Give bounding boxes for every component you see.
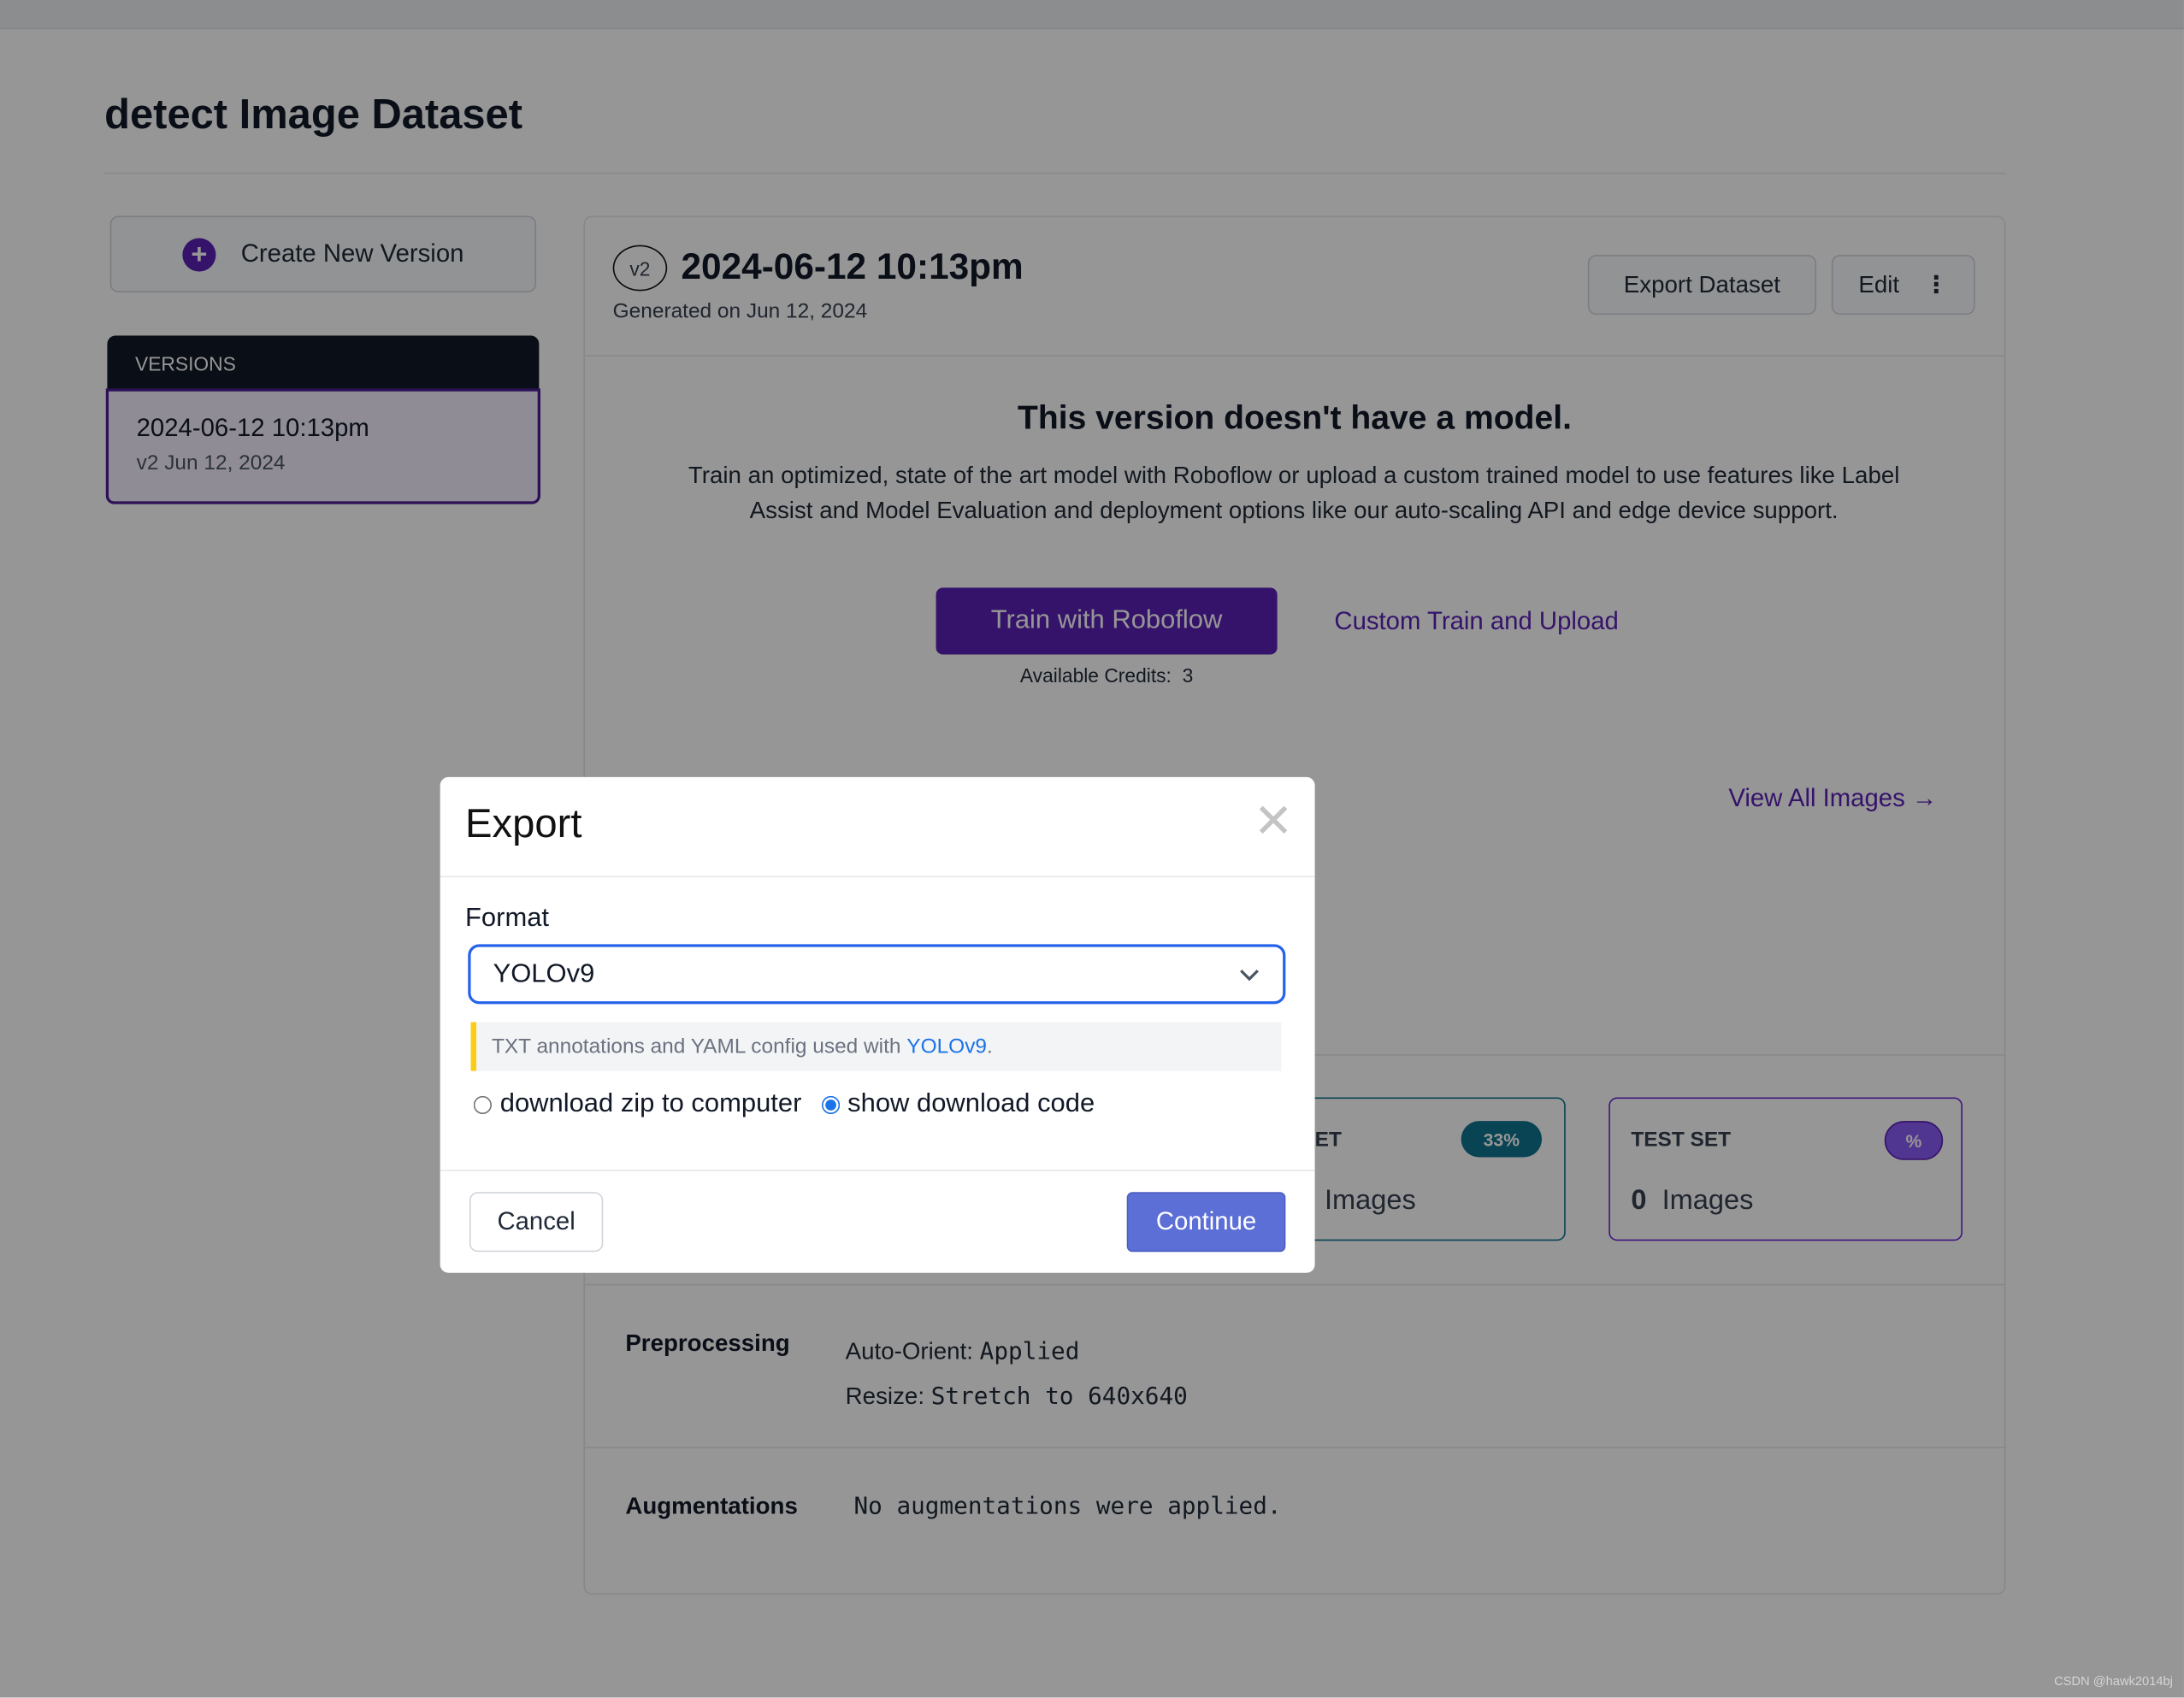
format-select[interactable]: YOLOv9 (468, 944, 1286, 1005)
chevron-down-icon (1240, 969, 1259, 981)
info-end: . (987, 1035, 993, 1058)
watermark: CSDN @hawk2014bj (2054, 1673, 2173, 1689)
show-code-radio[interactable] (821, 1095, 840, 1114)
option-label: download zip to computer (499, 1088, 802, 1118)
export-modal: Export ✕ Format YOLOv9 TXT annotations a… (440, 776, 1315, 1273)
format-label: Format (465, 904, 550, 934)
format-value: YOLOv9 (493, 958, 595, 988)
option-label: show download code (847, 1088, 1095, 1118)
modal-title: Export (465, 802, 582, 847)
info-text: TXT annotations and YAML config used wit… (491, 1035, 901, 1058)
yolov9-link[interactable]: YOLOv9 (906, 1035, 987, 1058)
cancel-button[interactable]: Cancel (469, 1192, 604, 1253)
download-zip-radio[interactable] (473, 1095, 492, 1114)
page: detect Image Dataset + Create New Versio… (0, 0, 2184, 1698)
continue-button[interactable]: Continue (1126, 1192, 1286, 1253)
export-options: download zip to computer show download c… (471, 1089, 1095, 1120)
divider (440, 876, 1315, 878)
close-icon[interactable]: ✕ (1254, 793, 1293, 849)
format-info: TXT annotations and YAML config used wit… (470, 1022, 1282, 1071)
divider (440, 1170, 1315, 1171)
